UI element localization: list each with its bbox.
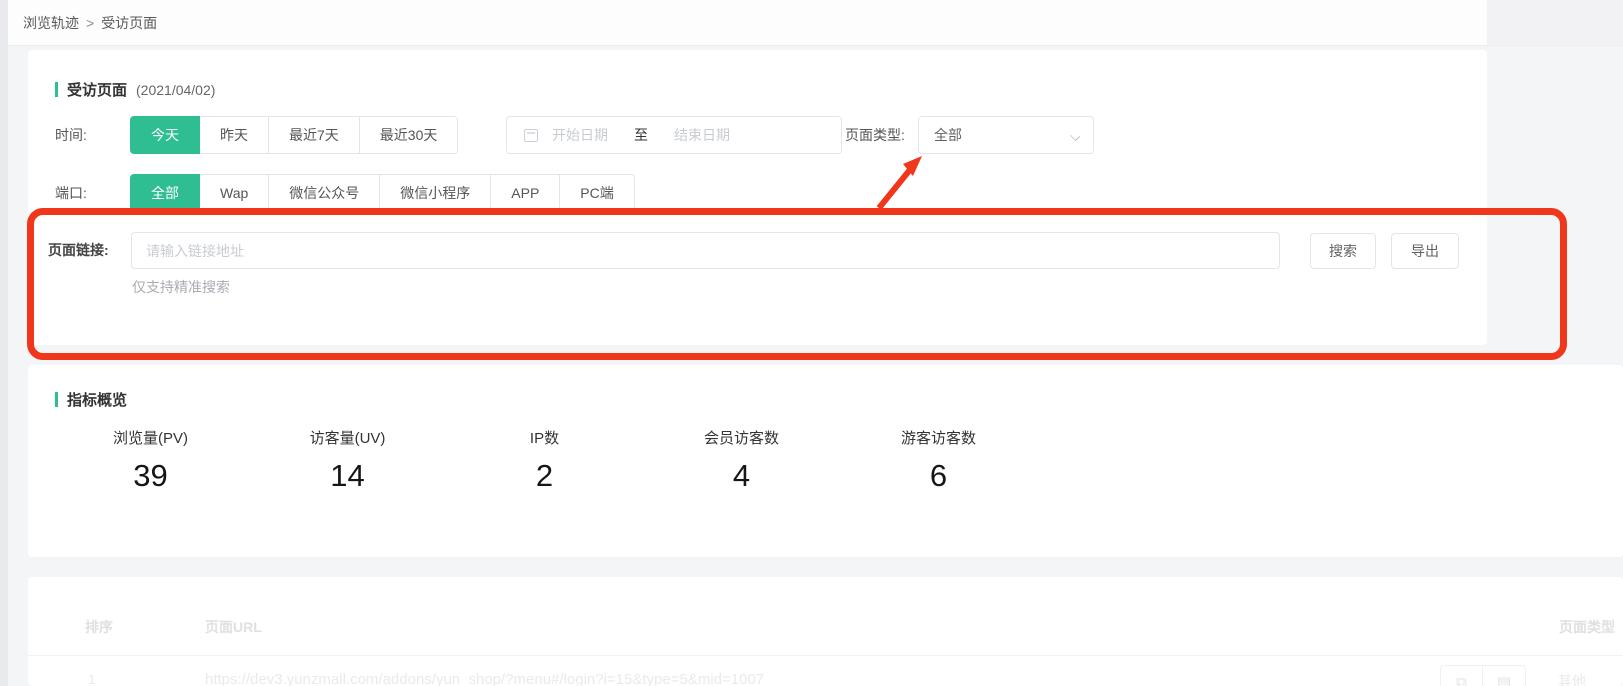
filter-card: 受访页面 (2021/04/02) 时间: 今天 昨天 最近7天 最近30天 开…	[28, 50, 1487, 345]
metrics-card-title: 指标概览	[55, 389, 127, 410]
search-button[interactable]: 搜索	[1310, 233, 1376, 269]
cell-url[interactable]: https://dev3.yunzmall.com/addons/yun_sho…	[205, 671, 764, 686]
chevron-down-icon	[1070, 131, 1080, 141]
cell-page-type: 其他	[1558, 671, 1586, 686]
page-type-value: 全部	[934, 125, 962, 145]
copy-icon[interactable]: ⧉	[1440, 665, 1483, 686]
port-option-all[interactable]: 全部	[130, 174, 200, 212]
metric-label: 游客访客数	[840, 427, 1037, 448]
breadcrumb-separator: >	[86, 15, 94, 31]
title-accent-bar	[55, 82, 58, 97]
visited-pages-screen: 浏览轨迹 > 受访页面 受访页面 (2021/04/02) 时间: 今天 昨天 …	[0, 0, 1623, 686]
metric-value: 39	[52, 458, 249, 494]
metric-value: 2	[446, 458, 643, 494]
calendar-icon	[524, 129, 538, 142]
breadcrumb-current: 受访页面	[101, 13, 157, 33]
date-range-to-label: 至	[634, 125, 648, 145]
time-option-today[interactable]: 今天	[130, 116, 200, 154]
search-hint-text: 仅支持精准搜索	[132, 277, 230, 297]
table-header: 排序 页面URL 页面类型	[28, 601, 1623, 655]
date-range-picker[interactable]: 开始日期 至 结束日期	[506, 116, 842, 154]
start-date-placeholder[interactable]: 开始日期	[552, 125, 608, 145]
port-filter-group: 全部 Wap 微信公众号 微信小程序 APP PC端	[130, 174, 635, 212]
column-url: 页面URL	[205, 617, 262, 637]
port-option-wechat-miniprogram[interactable]: 微信小程序	[380, 174, 491, 212]
breadcrumb: 浏览轨迹 > 受访页面	[8, 0, 1623, 46]
metrics-row: 浏览量(PV) 39 访客量(UV) 14 IP数 2 会员访客数 4 游客访客…	[52, 427, 1037, 494]
left-gutter	[0, 0, 8, 686]
metric-member-visitors: 会员访客数 4	[643, 427, 840, 494]
port-option-app[interactable]: APP	[491, 174, 560, 212]
metric-pv: 浏览量(PV) 39	[52, 427, 249, 494]
metric-ip: IP数 2	[446, 427, 643, 494]
column-rank: 排序	[85, 617, 113, 637]
port-option-pc[interactable]: PC端	[560, 174, 634, 212]
metrics-title: 指标概览	[67, 389, 127, 410]
page-link-input[interactable]	[131, 232, 1280, 269]
time-option-yesterday[interactable]: 昨天	[200, 116, 269, 154]
metric-label: IP数	[446, 427, 643, 448]
port-option-wechat-official[interactable]: 微信公众号	[269, 174, 380, 212]
title-accent-bar	[55, 392, 58, 407]
metric-label: 浏览量(PV)	[52, 427, 249, 448]
page-type-select[interactable]: 全部	[918, 116, 1094, 154]
metrics-card: 指标概览 浏览量(PV) 39 访客量(UV) 14 IP数 2 会员访客数 4…	[28, 365, 1623, 557]
page-title: 受访页面	[67, 79, 127, 100]
metric-value: 6	[840, 458, 1037, 494]
end-date-placeholder[interactable]: 结束日期	[674, 125, 730, 145]
row-actions: ⧉ ▤	[1440, 665, 1526, 686]
breadcrumb-parent[interactable]: 浏览轨迹	[23, 13, 79, 33]
document-icon[interactable]: ▤	[1483, 665, 1526, 686]
column-page-type: 页面类型	[1559, 617, 1615, 637]
metric-value: 14	[249, 458, 446, 494]
port-option-wap[interactable]: Wap	[200, 174, 269, 212]
metric-guest-visitors: 游客访客数 6	[840, 427, 1037, 494]
filter-card-title: 受访页面 (2021/04/02)	[55, 79, 215, 100]
cell-rank: 1	[88, 671, 96, 686]
metric-uv: 访客量(UV) 14	[249, 427, 446, 494]
port-filter-label: 端口:	[55, 174, 87, 212]
time-filter-label: 时间:	[55, 116, 87, 154]
page-title-date: (2021/04/02)	[136, 82, 215, 98]
url-table-card: 排序 页面URL 页面类型 1 https://dev3.yunzmall.co…	[28, 577, 1623, 686]
metric-label: 会员访客数	[643, 427, 840, 448]
table-row: 1 https://dev3.yunzmall.com/addons/yun_s…	[28, 655, 1623, 686]
time-filter-group: 今天 昨天 最近7天 最近30天	[130, 116, 458, 154]
page-link-label: 页面链接:	[48, 232, 128, 268]
time-option-last30days[interactable]: 最近30天	[360, 116, 459, 154]
metric-label: 访客量(UV)	[249, 427, 446, 448]
page-type-label: 页面类型:	[845, 116, 905, 154]
export-button[interactable]: 导出	[1391, 233, 1459, 269]
time-option-last7days[interactable]: 最近7天	[269, 116, 360, 154]
metric-value: 4	[643, 458, 840, 494]
